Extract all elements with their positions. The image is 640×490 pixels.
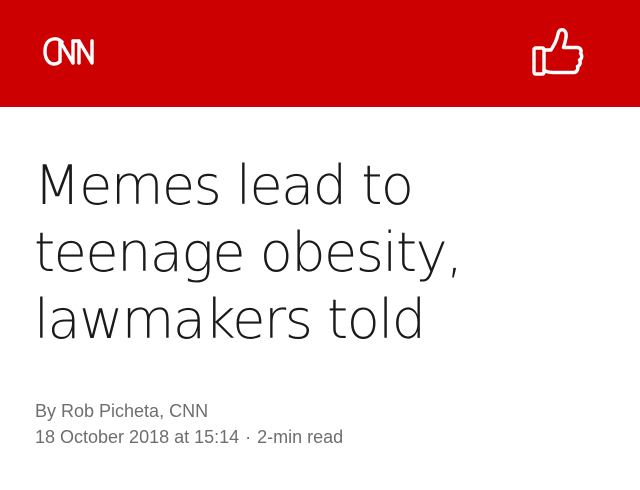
publish-info: 18 October 2018 at 15:14 · 2-min read bbox=[35, 424, 615, 450]
meta-separator: · bbox=[245, 427, 252, 447]
headline-line: teenage obesity, bbox=[34, 221, 463, 284]
top-bar bbox=[0, 0, 640, 107]
headline-line: lawmakers told bbox=[34, 288, 426, 351]
article-meta: By Rob Picheta, CNN 18 October 2018 at 1… bbox=[35, 398, 615, 450]
publish-date: 18 October 2018 at 15:14 bbox=[35, 427, 240, 447]
byline: By Rob Picheta, CNN bbox=[35, 401, 209, 421]
read-time: 2-min read bbox=[257, 427, 344, 447]
article-headline: Memes lead to teenage obesity, lawmakers… bbox=[34, 152, 614, 353]
cnn-logo[interactable] bbox=[42, 34, 114, 70]
thumbs-up-icon[interactable] bbox=[531, 26, 585, 78]
headline-line: Memes lead to bbox=[34, 154, 414, 217]
